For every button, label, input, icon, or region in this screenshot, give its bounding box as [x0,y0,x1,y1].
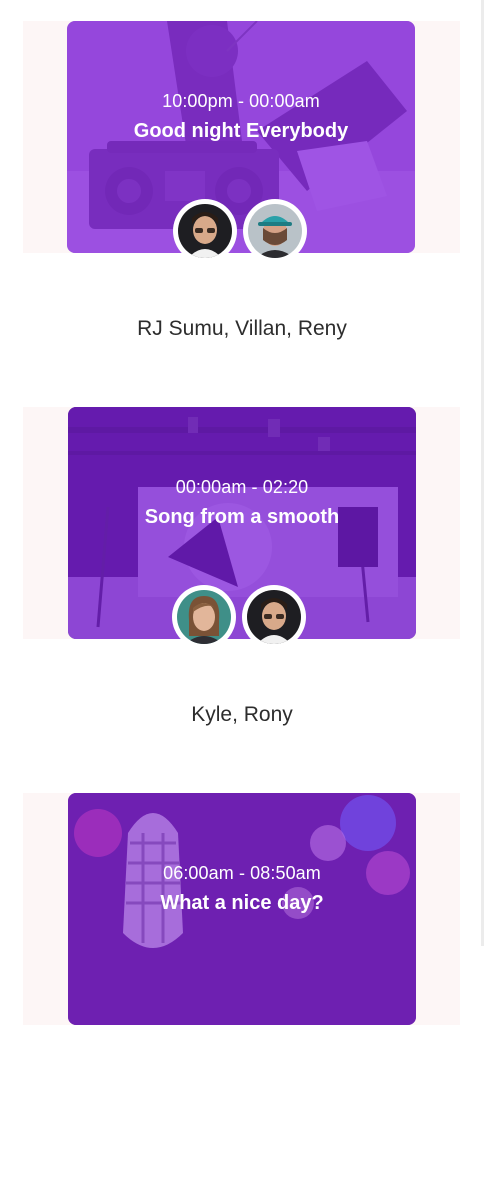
show-item: 10:00pm - 00:00am Good night Everybody R… [0,21,484,407]
show-item: 00:00am - 02:20 Song from a smooth Kyle,… [0,407,484,793]
show-card[interactable]: 06:00am - 08:50am What a nice day? [68,793,416,1025]
host-avatar-woman-icon[interactable] [172,585,236,649]
host-avatar-man-cap-icon[interactable] [243,199,307,263]
show-title: Song from a smooth [144,506,340,528]
show-title: Good night Everybody [133,120,349,142]
show-time: 06:00am - 08:50am [163,863,321,883]
host-avatar-man-glasses-icon[interactable] [242,585,306,649]
show-time: 10:00pm - 00:00am [162,91,320,111]
show-time: 00:00am - 02:20 [175,477,309,497]
host-avatar-man-glasses-icon[interactable] [173,199,237,263]
show-title: What a nice day? [160,892,324,914]
show-hosts: RJ Sumu, Villan, Reny [137,317,347,340]
host-avatars [172,585,322,653]
show-item: 06:00am - 08:50am What a nice day? [0,793,484,1179]
host-avatars [173,199,323,267]
show-hosts: Kyle, Rony [191,703,293,726]
